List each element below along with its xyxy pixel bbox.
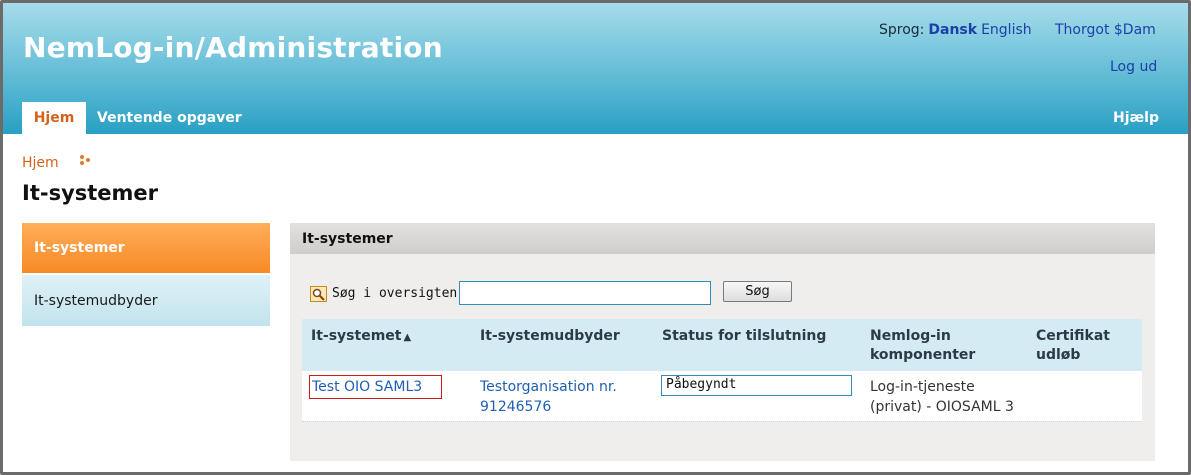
search-input[interactable] xyxy=(459,281,711,305)
components-cell: Log-in-tjeneste (privat) - OIOSAML 3 xyxy=(870,379,1014,415)
search-button[interactable]: Søg xyxy=(723,281,792,302)
provider-link[interactable]: Testorganisation nr. 91246576 xyxy=(480,377,617,417)
logout-link[interactable]: Log ud xyxy=(1110,59,1157,75)
help-link[interactable]: Hjælp xyxy=(1113,110,1159,126)
app-title: NemLog-in/Administration xyxy=(23,31,443,64)
breadcrumb-home[interactable]: Hjem xyxy=(22,155,59,171)
tab-pending-tasks[interactable]: Ventende opgaver xyxy=(97,110,242,126)
column-header-components[interactable]: Nemlog-in komponenter xyxy=(870,327,975,365)
table-row: Test OIO SAML3 Testorganisation nr. 91246… xyxy=(302,371,1142,421)
language-dansk-link[interactable]: Dansk xyxy=(928,22,977,38)
column-header-provider[interactable]: It-systemudbyder xyxy=(480,327,620,346)
column-header-it-system[interactable]: It-systemet ▲ xyxy=(311,327,411,347)
app-header: NemLog-in/Administration Sprog: Dansk Engl… xyxy=(3,3,1188,134)
it-system-link[interactable]: Test OIO SAML3 xyxy=(312,377,422,397)
it-systems-panel: It-systemer Søg i oversigten: Søg It-sys… xyxy=(290,223,1155,461)
search-label: Søg i oversigten: xyxy=(332,286,466,301)
sort-ascending-icon: ▲ xyxy=(403,332,412,343)
user-name-link[interactable]: Thorgot $Dam xyxy=(1055,22,1156,38)
column-header-certificate-expiry[interactable]: Certifikat udløb xyxy=(1036,327,1110,365)
language-label: Sprog: xyxy=(879,22,925,38)
row-divider xyxy=(302,421,1142,422)
search-icon xyxy=(310,286,327,302)
breadcrumb-separator-icon xyxy=(80,155,90,165)
language-english-link[interactable]: English xyxy=(981,22,1032,38)
panel-title: It-systemer xyxy=(290,223,1155,254)
language-switcher: Sprog: Dansk English xyxy=(879,22,1032,38)
sidebar-item-it-system-provider[interactable]: It-systemudbyder xyxy=(22,275,270,326)
page-title: It-systemer xyxy=(22,181,159,205)
status-field: Påbegyndt xyxy=(661,375,852,396)
table-header: It-systemet ▲ It-systemudbyder Status for… xyxy=(302,319,1142,371)
sidebar-item-it-systems[interactable]: It-systemer xyxy=(22,223,270,273)
tab-home[interactable]: Hjem xyxy=(22,102,86,134)
column-header-status[interactable]: Status for tilslutning xyxy=(662,327,826,346)
